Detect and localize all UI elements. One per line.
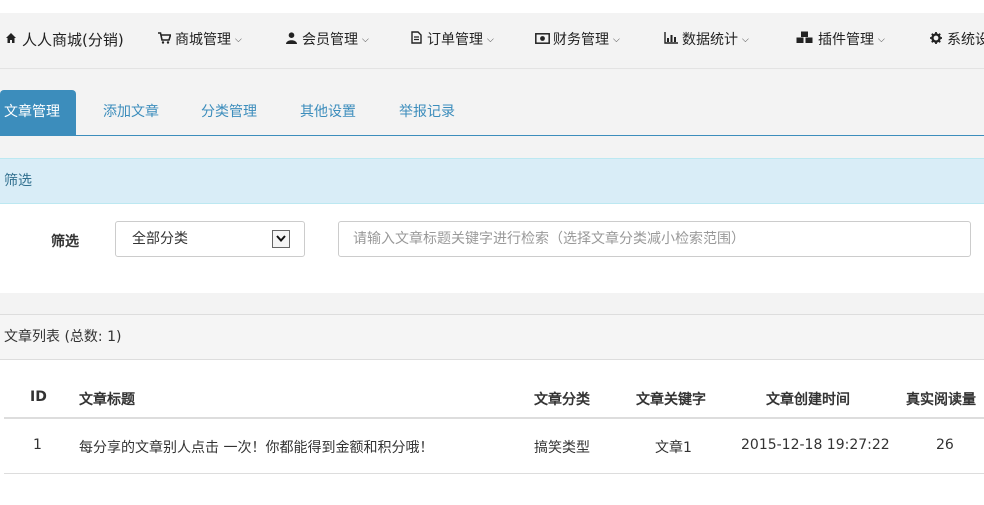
money-icon <box>535 13 550 68</box>
cell-keyword: 文章1 <box>655 440 692 456</box>
column-header-keyword: 文章关键字 <box>636 392 706 408</box>
content-gap <box>0 293 984 314</box>
nav-item-label: 插件管理 <box>818 32 874 48</box>
nav-item-plugins[interactable]: 插件管理 ⌵ <box>796 13 885 68</box>
nav-item-label: 会员管理 <box>302 32 358 48</box>
nav-item-label: 商城管理 <box>175 32 231 48</box>
brand-label: 人人商城(分销) <box>22 31 124 49</box>
nav-item-system[interactable]: 系统设 <box>929 13 984 68</box>
nav-item-finance[interactable]: 财务管理 ⌵ <box>535 13 620 68</box>
cell-reads: 26 <box>936 437 954 453</box>
column-header-category: 文章分类 <box>534 392 590 408</box>
nav-item-label: 数据统计 <box>682 32 738 48</box>
nav-item-order[interactable]: 订单管理 ⌵ <box>409 13 494 68</box>
tab-add-article[interactable]: 添加文章 <box>103 90 159 135</box>
category-select-value: 全部分类 <box>132 231 188 247</box>
chevron-down-icon: ⌵ <box>487 35 494 45</box>
nav-item-member[interactable]: 会员管理 ⌵ <box>284 13 369 68</box>
document-icon <box>409 13 423 68</box>
chevron-down-icon: ⌵ <box>613 35 620 45</box>
tab-category-manage[interactable]: 分类管理 <box>201 90 257 135</box>
nav-item-shop[interactable]: 商城管理 ⌵ <box>157 13 242 68</box>
category-select[interactable]: 全部分类 <box>115 221 305 257</box>
column-header-created: 文章创建时间 <box>766 392 850 408</box>
cart-icon <box>157 13 172 68</box>
column-header-reads: 真实阅读量 <box>906 392 976 408</box>
article-list-panel: 文章列表 (总数: 1) ID 文章标题 文章分类 文章关键字 文章创建时间 真… <box>0 314 984 505</box>
cell-title[interactable]: 每分享的文章别人点击 一次！你都能得到金额和积分哦！ <box>79 437 433 457</box>
tab-bar: 文章管理 添加文章 分类管理 其他设置 举报记录 <box>0 90 984 136</box>
filter-label: 筛选 <box>51 234 79 250</box>
nav-item-label: 系统设 <box>947 32 984 48</box>
chevron-down-icon: ⌵ <box>235 35 242 45</box>
table-header-divider <box>4 417 984 419</box>
chevron-down-icon: ⌵ <box>878 35 885 45</box>
user-icon <box>284 13 298 68</box>
cell-created: 2015-12-18 19:27:22 <box>741 437 890 453</box>
content-gap <box>0 69 984 90</box>
column-header-title: 文章标题 <box>79 392 135 408</box>
gear-icon <box>929 13 943 68</box>
tab-report-records[interactable]: 举报记录 <box>399 90 455 135</box>
search-input[interactable] <box>338 221 971 257</box>
nav-item-label: 订单管理 <box>427 32 483 48</box>
article-list-title: 文章列表 (总数: 1) <box>0 315 984 360</box>
cell-category: 搞笑类型 <box>534 440 590 456</box>
filter-panel: 筛选 筛选 全部分类 <box>0 158 984 294</box>
content-gap <box>0 136 984 158</box>
chevron-down-icon: ⌵ <box>742 35 749 45</box>
cubes-icon <box>796 13 814 68</box>
nav-item-stats[interactable]: 数据统计 ⌵ <box>664 13 749 68</box>
top-whitespace <box>0 0 984 13</box>
tab-article-manage[interactable]: 文章管理 <box>0 90 76 135</box>
table-row-divider <box>4 473 984 474</box>
cell-id: 1 <box>33 437 42 453</box>
filter-panel-title: 筛选 <box>0 159 984 204</box>
main-navbar: 人人商城(分销) 商城管理 ⌵ 会员管理 ⌵ 订单管理 ⌵ 财务管理 ⌵ 数据统计 ⌵ 插… <box>0 13 984 69</box>
bar-chart-icon <box>664 13 678 68</box>
chevron-down-icon: ⌵ <box>362 35 369 45</box>
home-icon <box>4 13 18 68</box>
column-header-id: ID <box>30 389 47 405</box>
nav-item-label: 财务管理 <box>553 32 609 48</box>
nav-brand[interactable]: 人人商城(分销) <box>4 13 124 68</box>
chevron-down-icon[interactable] <box>272 230 290 248</box>
tab-other-settings[interactable]: 其他设置 <box>300 90 356 135</box>
